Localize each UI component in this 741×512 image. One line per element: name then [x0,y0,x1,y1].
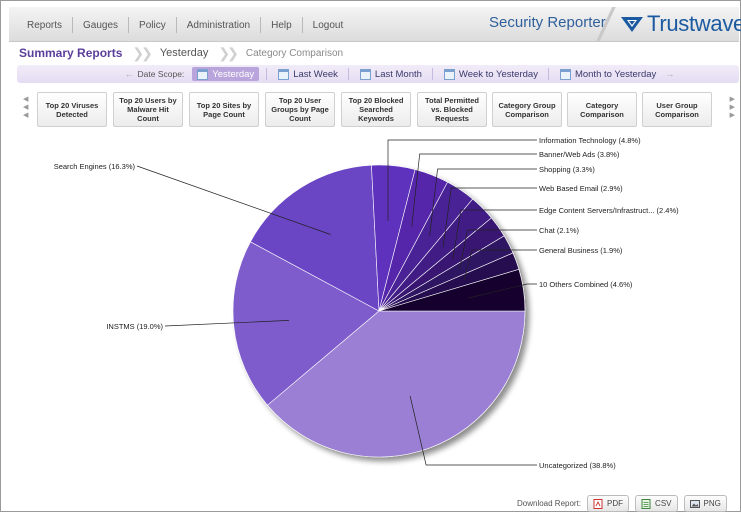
nav-help[interactable]: Help [261,20,302,31]
breadcrumb-chevron-icon: ❯❯ [132,44,153,61]
download-png-button[interactable]: PNG [683,495,727,512]
company-logo: Trustwave ® [621,11,741,37]
pie-slice-label: Search Engines (16.3%) [54,162,136,171]
pie-slice-label: Web Based Email (2.9%) [539,184,623,193]
nav-policy[interactable]: Policy [129,20,176,31]
calendar-icon [278,68,290,80]
pie-slice-label: Shopping (3.3%) [539,165,595,174]
date-scope-arrow-icon: → [665,68,675,80]
calendar-icon [443,68,455,80]
pie-slice-label: General Business (1.9%) [539,246,623,255]
download-report-bar: Download Report: PDF CSV PNG [517,495,727,512]
report-tile[interactable]: Top 20 Blocked Searched Keywords [341,92,411,127]
date-scope-bar: Date Scope: Yesterday Last Week Last Mon… [17,65,739,83]
report-tile[interactable]: Top 20 Sites by Page Count [189,92,259,127]
download-pdf-button[interactable]: PDF [587,495,630,512]
download-report-label: Download Report: [517,499,582,508]
png-image-icon [689,499,700,508]
calendar-icon [197,68,209,80]
calendar-icon [559,68,571,80]
date-scope-option-label: Last Month [374,68,422,80]
breadcrumb-chevron-icon: ❯❯ [218,44,239,61]
date-scope-divider [547,68,549,80]
pie-slice-label: Uncategorized (38.8%) [539,461,616,470]
csv-file-icon [641,498,651,509]
pie-slice-label: INSTMS (19.0%) [106,322,163,331]
date-scope-option-label: Last Week [293,68,338,80]
date-scope-month-to-yesterday[interactable]: Month to Yesterday [557,67,659,81]
date-scope-divider [266,68,268,80]
report-tile[interactable]: Top 20 Viruses Detected [37,92,107,127]
breadcrumb-yesterday[interactable]: Yesterday [160,47,209,59]
trustwave-logo-icon [621,17,643,32]
report-tile-carousel: ◀ ◀ ◀ Top 20 Viruses Detected Top 20 Users… [23,92,735,130]
date-scope-option-label: Month to Yesterday [574,68,657,80]
pie-slice-label: 10 Others Combined (4.6%) [539,280,633,289]
nav-administration[interactable]: Administration [177,20,260,31]
calendar-icon [359,68,371,80]
date-scope-last-month[interactable]: Last Month [357,67,425,81]
date-scope-week-to-yesterday[interactable]: Week to Yesterday [441,67,541,81]
date-scope-yesterday[interactable]: Yesterday [192,67,260,81]
scroll-left-icon[interactable]: ◀ ◀ ◀ [23,96,28,120]
download-csv-button[interactable]: CSV [635,495,678,512]
download-format-label: PNG [703,499,721,508]
nav-reports[interactable]: Reports [17,20,72,31]
report-tile[interactable]: Top 20 Users by Malware Hit Count [113,92,183,127]
breadcrumb: Summary Reports ❯❯ Yesterday ❯❯ Category… [9,43,739,63]
download-format-label: PDF [607,499,624,508]
report-tile[interactable]: Category Group Comparison [492,92,562,127]
nav-logout[interactable]: Logout [303,20,354,31]
main-menu: Reports Gauges Policy Administration Hel… [17,17,353,33]
pie-slice-label: Chat (2.1%) [539,226,580,235]
report-tile[interactable]: Category Comparison [567,92,637,127]
nav-gauges[interactable]: Gauges [73,20,128,31]
report-tile[interactable]: User Group Comparison [642,92,712,127]
date-scope-divider [431,68,433,80]
date-scope-divider [347,68,349,80]
top-navigation-bar: Reports Gauges Policy Administration Hel… [9,7,741,42]
pie-slice-label: Banner/Web Ads (3.8%) [539,150,620,159]
app-window: Reports Gauges Policy Administration Hel… [0,0,741,512]
pdf-file-icon [593,498,603,509]
pie-slice-label: Information Technology (4.8%) [539,136,641,145]
download-format-label: CSV [655,499,672,508]
breadcrumb-category-comparison: Category Comparison [245,47,344,59]
date-scope-option-label: Week to Yesterday [458,68,538,80]
date-scope-last-week[interactable]: Last Week [275,67,341,81]
breadcrumb-summary-reports[interactable]: Summary Reports [19,46,122,60]
date-scope-label: Date Scope: [125,69,185,79]
category-pie-chart: Uncategorized (38.8%) INSTMS (19.0%) Searc… [54,136,679,470]
scroll-right-icon[interactable]: ▶ ▶ ▶ [730,96,735,120]
pie-slice-label: Edge Content Servers/Infrastruct... (2.4… [539,206,679,215]
report-tile[interactable]: Top 20 User Groups by Page Count [265,92,335,127]
logo-wordmark: Trustwave [647,11,741,36]
date-scope-option-label: Yesterday [212,68,255,80]
report-tile[interactable]: Total Permitted vs. Blocked Requests [417,92,487,127]
brand-divider [589,7,623,41]
